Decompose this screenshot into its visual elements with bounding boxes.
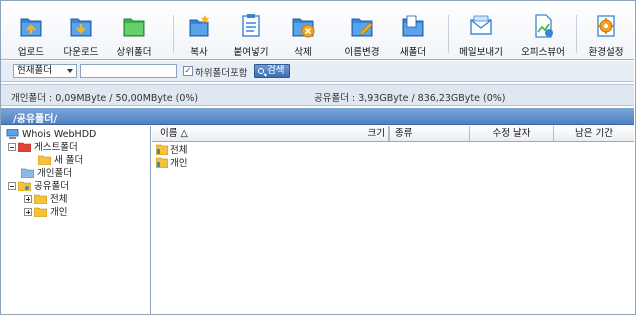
folder-icon xyxy=(34,194,47,204)
toolbar-divider xyxy=(576,15,577,53)
parent-folder-label: 상위폴더 xyxy=(116,47,152,58)
folder-tree: Whois WebHDD 게스트폴더 새 폴더 개인폴더 공유폴더 전체 개인 xyxy=(1,126,151,314)
folder-icon xyxy=(156,144,168,155)
office-viewer-button[interactable]: 오피스뷰어 xyxy=(515,1,571,59)
rename-icon xyxy=(351,18,373,37)
search-input[interactable] xyxy=(80,64,177,78)
tree-item-guest-label: 게스트폴더 xyxy=(34,142,78,153)
toolbar: 업로드 다운로드 상위폴더 복사 붙여넣기 삭제 이름변경 새폴더 메일보내기 … xyxy=(1,1,634,60)
list-item[interactable]: 개인 xyxy=(156,157,187,170)
rename-label: 이름변경 xyxy=(344,47,380,58)
column-size[interactable]: 크기 xyxy=(342,126,390,141)
tree-item-guest-new-label: 새 폴더 xyxy=(54,155,84,166)
send-mail-button[interactable]: 메일보내기 xyxy=(453,1,509,59)
rename-button[interactable]: 이름변경 xyxy=(337,1,387,59)
tree-root[interactable]: Whois WebHDD xyxy=(6,128,96,141)
send-mail-label: 메일보내기 xyxy=(459,47,503,58)
delete-button[interactable]: 삭제 xyxy=(281,1,325,59)
paste-icon xyxy=(242,14,260,37)
tree-item-personal[interactable]: 개인폴더 xyxy=(21,167,72,180)
tree-item-shared-label: 공유폴더 xyxy=(34,181,69,192)
include-subfolders-label: 하위폴더포함 xyxy=(195,68,248,79)
tree-item-shared-personal-label: 개인 xyxy=(50,207,68,218)
computer-icon xyxy=(6,129,19,139)
tree-item-shared-all[interactable]: 전체 xyxy=(24,193,67,206)
new-folder-button[interactable]: 새폴더 xyxy=(391,1,435,59)
search-button[interactable]: 검색 xyxy=(254,64,290,78)
settings-label: 환경설정 xyxy=(588,47,624,58)
include-subfolders-checkbox[interactable]: ✓ xyxy=(183,66,193,76)
folder-shared-icon xyxy=(18,181,31,191)
folder-up-icon xyxy=(123,18,145,37)
collapse-icon[interactable] xyxy=(8,182,16,190)
list-header: 이름 △ 크기 종류 수정 날자 남은 기간 xyxy=(152,126,634,142)
list-item[interactable]: 전체 xyxy=(156,144,187,157)
toolbar-divider xyxy=(173,15,174,53)
upload-button[interactable]: 업로드 xyxy=(7,1,55,59)
search-icon xyxy=(258,68,264,74)
copy-icon xyxy=(189,15,210,37)
list-item-label: 전체 xyxy=(170,145,188,156)
settings-button[interactable]: 환경설정 xyxy=(582,1,630,59)
column-modified[interactable]: 수정 날자 xyxy=(470,126,554,141)
folder-icon xyxy=(156,157,168,168)
gear-icon xyxy=(597,15,615,37)
tree-item-shared-all-label: 전체 xyxy=(50,194,68,205)
search-scope-value: 현재폴더 xyxy=(17,65,52,76)
personal-capacity: 개인폴더 : 0,09MByte / 50,00MByte (0%) xyxy=(11,93,199,104)
search-scope-select[interactable]: 현재폴더 xyxy=(13,64,77,78)
chevron-down-icon xyxy=(67,69,73,73)
download-icon xyxy=(70,18,92,37)
new-folder-icon xyxy=(402,15,424,37)
tree-item-guest-new[interactable]: 새 폴더 xyxy=(38,154,83,167)
copy-label: 복사 xyxy=(190,47,208,58)
file-list: 이름 △ 크기 종류 수정 날자 남은 기간 전체 개인 xyxy=(152,126,634,314)
folder-icon xyxy=(34,207,47,217)
delete-icon xyxy=(292,18,315,38)
download-button[interactable]: 다운로드 xyxy=(57,1,105,59)
office-viewer-icon xyxy=(535,14,553,38)
column-remaining[interactable]: 남은 기간 xyxy=(554,126,634,141)
folder-icon xyxy=(21,168,34,178)
download-label: 다운로드 xyxy=(63,47,99,58)
toolbar-divider xyxy=(448,15,449,53)
upload-label: 업로드 xyxy=(17,47,45,58)
shared-capacity: 공유폴더 : 3,93GByte / 836,23GByte (0%) xyxy=(314,93,506,104)
upload-icon xyxy=(20,18,42,37)
collapse-icon[interactable] xyxy=(8,143,16,151)
paste-label: 붙여넣기 xyxy=(233,47,269,58)
current-path: /공유폴더/ xyxy=(13,114,58,125)
folder-open-icon xyxy=(38,155,51,165)
parent-folder-button[interactable]: 상위폴더 xyxy=(109,1,159,59)
capacity-bar: 개인폴더 : 0,09MByte / 50,00MByte (0%) 공유폴더 … xyxy=(1,84,634,106)
delete-label: 삭제 xyxy=(294,47,312,58)
tree-item-guest[interactable]: 게스트폴더 xyxy=(8,141,78,154)
copy-button[interactable]: 복사 xyxy=(179,1,219,59)
paste-button[interactable]: 붙여넣기 xyxy=(227,1,275,59)
column-type[interactable]: 종류 xyxy=(390,126,470,141)
tree-item-personal-label: 개인폴더 xyxy=(37,168,72,179)
tree-root-label: Whois WebHDD xyxy=(22,129,97,140)
folder-icon xyxy=(18,142,31,152)
path-bar: /공유폴더/ xyxy=(1,108,634,125)
expand-icon[interactable] xyxy=(24,208,32,216)
new-folder-label: 새폴더 xyxy=(399,47,427,58)
list-item-label: 개인 xyxy=(170,158,188,169)
mail-icon xyxy=(470,15,492,35)
search-button-label: 검색 xyxy=(267,65,285,76)
office-viewer-label: 오피스뷰어 xyxy=(521,47,565,58)
tree-item-shared[interactable]: 공유폴더 xyxy=(8,180,69,193)
tree-item-shared-personal[interactable]: 개인 xyxy=(24,206,67,219)
expand-icon[interactable] xyxy=(24,195,32,203)
search-bar: 현재폴더 ✓ 하위폴더포함 검색 xyxy=(1,61,634,82)
